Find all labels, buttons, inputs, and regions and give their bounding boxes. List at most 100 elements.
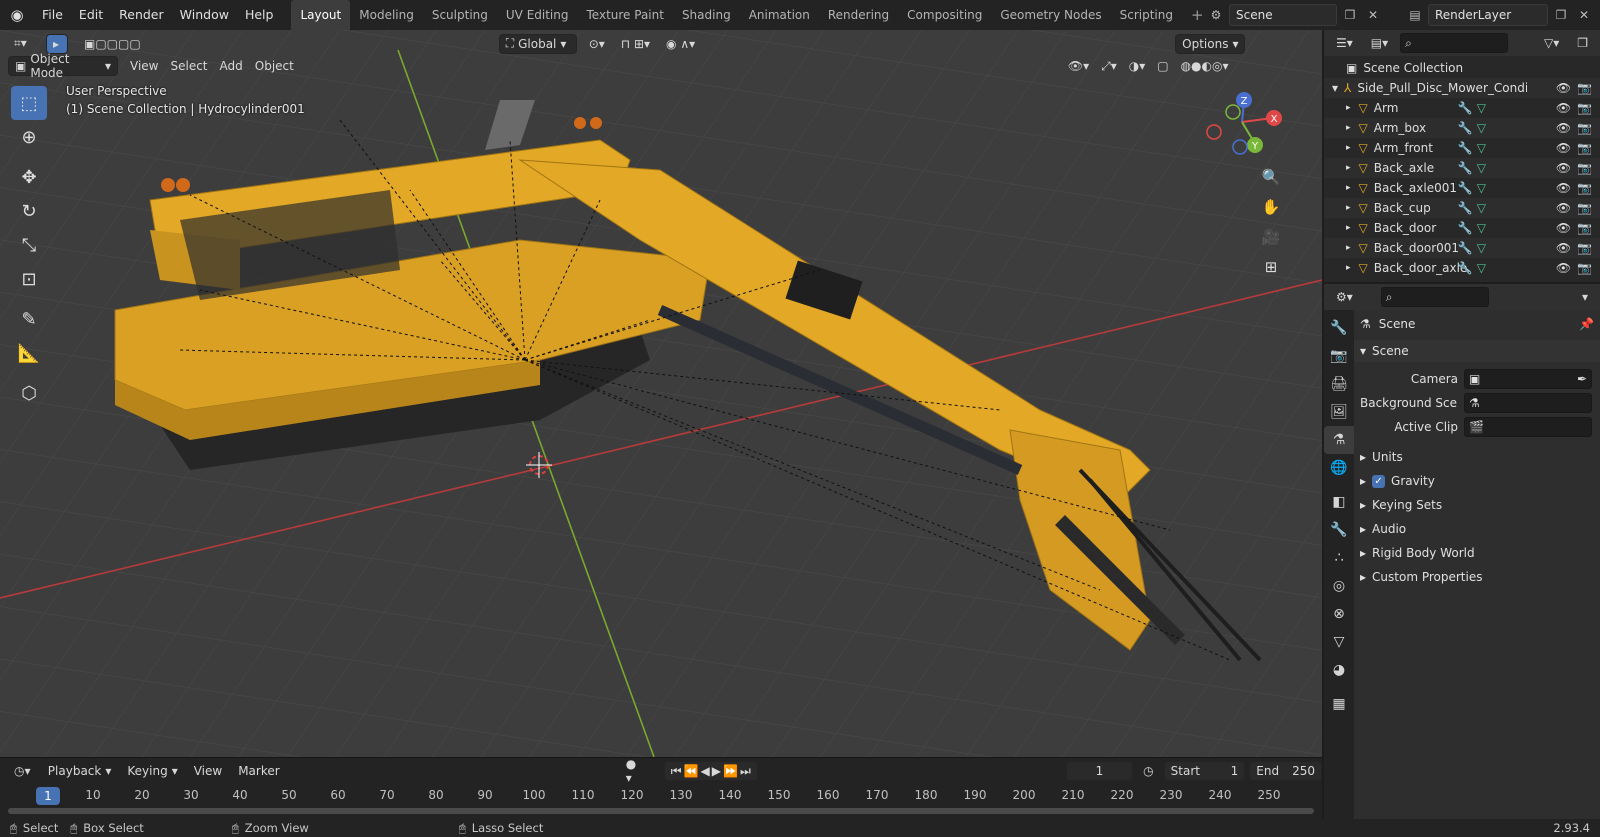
expand-down-icon[interactable]: ▾ (1332, 81, 1338, 95)
expand-right-icon[interactable]: ▸ (1346, 183, 1351, 193)
view-layer-tab-icon[interactable]: 🖼 (1324, 398, 1354, 426)
scene-tab-icon[interactable]: ⚗ (1324, 426, 1354, 454)
outliner-object-row[interactable]: ▸ ▽ Back_axle001 🔧 ▽ 👁 📷 (1324, 178, 1600, 198)
outliner-object-row[interactable]: ▸ ▽ Back_door001 🔧 ▽ 👁 📷 (1324, 238, 1600, 258)
modifier-wrench-icon[interactable]: 🔧 (1458, 141, 1473, 155)
start-frame-field[interactable]: Start 1 (1163, 761, 1246, 781)
tab-animation[interactable]: Animation (740, 0, 819, 30)
xray-icon[interactable]: ▢ (1151, 56, 1174, 76)
custom-properties-panel-header[interactable]: ▸ Custom Properties (1360, 566, 1594, 588)
material-tab-icon[interactable]: ◕ (1324, 656, 1354, 684)
preview-range-icon[interactable]: ◷ (1137, 761, 1159, 781)
outliner-object-row[interactable]: ▸ ▽ Back_axle 🔧 ▽ 👁 📷 (1324, 158, 1600, 178)
outliner-object-row[interactable]: ▸ ▽ Arm 🔧 ▽ 👁 📷 (1324, 98, 1600, 118)
new-collection-icon[interactable]: ❐ (1571, 33, 1594, 53)
timeline-view-menu[interactable]: View (188, 761, 228, 781)
audio-panel-header[interactable]: ▸ Audio (1360, 518, 1594, 540)
visibility-eye-icon[interactable]: 👁 (1556, 121, 1571, 135)
expand-right-icon[interactable]: ▸ (1346, 243, 1351, 253)
scale-tool-icon[interactable]: ⤡ (11, 228, 47, 262)
outliner-object-row[interactable]: ▸ ▽ Back_door 🔧 ▽ 👁 📷 (1324, 218, 1600, 238)
modifier-wrench-icon[interactable]: 🔧 (1458, 201, 1473, 215)
record-keyframe-icon[interactable]: ● ▾ (620, 757, 650, 785)
outliner-search-input[interactable]: ⌕ (1400, 33, 1509, 53)
render-camera-icon[interactable]: 📷 (1577, 161, 1592, 175)
view-layer-icon[interactable]: ▤ (1405, 5, 1425, 25)
move-tool-icon[interactable]: ✥ (11, 160, 47, 194)
menu-window[interactable]: Window (172, 0, 237, 30)
visibility-eye-icon[interactable]: 👁 (1556, 201, 1571, 215)
output-tab-icon[interactable]: 🖨 (1324, 370, 1354, 398)
outliner-editor-type-icon[interactable]: ☰▾ (1330, 33, 1359, 53)
select-mode-icon[interactable]: ▸ (46, 33, 68, 54)
menu-view[interactable]: View (124, 56, 164, 76)
visibility-eye-icon[interactable]: 👁 (1556, 141, 1571, 155)
menu-object[interactable]: Object (249, 56, 300, 76)
gizmo-toggle-icon[interactable]: ⤢▾ (1095, 56, 1123, 76)
mesh-data-icon[interactable]: ▽ (1477, 101, 1486, 115)
modifier-wrench-icon[interactable]: 🔧 (1458, 241, 1473, 255)
add-cube-tool-icon[interactable]: ⬡ (11, 376, 47, 410)
modifier-wrench-icon[interactable]: 🔧 (1458, 161, 1473, 175)
texture-tab-icon[interactable]: ▦ (1324, 690, 1354, 718)
outliner-root-row[interactable]: ▣ Scene Collection (1324, 58, 1600, 78)
perspective-grid-icon[interactable]: ⊞ (1258, 254, 1284, 280)
visibility-eye-icon[interactable]: 👁 (1556, 161, 1571, 175)
snap-icon[interactable]: ⊓ ⊞▾ (615, 34, 656, 54)
visibility-icon[interactable]: 👁▾ (1062, 56, 1095, 76)
overlay-toggle-icon[interactable]: ◑▾ (1123, 56, 1152, 76)
tab-texture-paint[interactable]: Texture Paint (578, 0, 673, 30)
tab-layout[interactable]: Layout (291, 0, 351, 30)
3d-viewport[interactable]: Z X Y (0, 30, 1322, 757)
render-camera-icon[interactable]: 📷 (1577, 241, 1592, 255)
mesh-data-icon[interactable]: ▽ (1477, 161, 1486, 175)
delete-view-layer-icon[interactable]: ✕ (1574, 5, 1594, 25)
expand-right-icon[interactable]: ▸ (1346, 163, 1351, 173)
tab-modeling[interactable]: Modeling (350, 0, 423, 30)
filter-icon[interactable]: ▽▾ (1538, 33, 1565, 53)
delete-scene-icon[interactable]: ✕ (1363, 5, 1383, 25)
tab-shading[interactable]: Shading (673, 0, 740, 30)
object-mode-dropdown[interactable]: ▣ Object Mode ▾ (8, 52, 118, 80)
menu-help[interactable]: Help (237, 0, 282, 30)
expand-right-icon[interactable]: ▸ (1346, 103, 1351, 113)
transform-tool-icon[interactable]: ⊡ (11, 262, 47, 296)
tab-sculpting[interactable]: Sculpting (423, 0, 497, 30)
modifier-wrench-icon[interactable]: 🔧 (1458, 261, 1473, 275)
expand-right-icon[interactable]: ▸ (1346, 223, 1351, 233)
menu-add[interactable]: Add (214, 56, 249, 76)
mesh-data-icon[interactable]: ▽ (1477, 201, 1486, 215)
background-scene-field[interactable]: ⚗ (1464, 393, 1592, 413)
gravity-checkbox[interactable]: ✓ (1372, 474, 1386, 488)
modifier-wrench-icon[interactable]: 🔧 (1458, 121, 1473, 135)
render-camera-icon[interactable]: 📷 (1577, 181, 1592, 195)
pin-icon[interactable]: 📌 (1579, 317, 1594, 331)
view-layer-field[interactable]: RenderLayer (1428, 4, 1548, 26)
keying-sets-panel-header[interactable]: ▸ Keying Sets (1360, 494, 1594, 516)
editor-type-icon[interactable]: ⌗▾ (8, 34, 40, 54)
tab-scripting[interactable]: Scripting (1111, 0, 1182, 30)
display-mode-icon[interactable]: ▤▾ (1365, 33, 1394, 53)
tool-tab-icon[interactable]: 🔧 (1324, 314, 1354, 342)
render-camera-icon[interactable]: 📷 (1577, 101, 1592, 115)
current-frame-indicator[interactable]: 1 (36, 787, 60, 805)
mesh-data-icon[interactable]: ▽ (1477, 181, 1486, 195)
visibility-eye-icon[interactable]: 👁 (1556, 101, 1571, 115)
options-dropdown[interactable]: Options ▾ (1175, 33, 1246, 54)
new-view-layer-icon[interactable]: ❐ (1551, 5, 1571, 25)
properties-search-input[interactable]: ⌕ (1380, 287, 1489, 307)
tab-rendering[interactable]: Rendering (819, 0, 898, 30)
visibility-eye-icon[interactable]: 👁 (1556, 241, 1571, 255)
select-box-tool-icon[interactable]: ⬚ (11, 86, 47, 120)
tab-geometry-nodes[interactable]: Geometry Nodes (991, 0, 1110, 30)
mesh-data-icon[interactable]: ▽ (1477, 121, 1486, 135)
shading-modes-icon[interactable]: ◍●◐◎▾ (1175, 56, 1235, 76)
units-panel-header[interactable]: ▸ Units (1360, 446, 1594, 468)
mesh-data-icon[interactable]: ▽ (1477, 221, 1486, 235)
outliner-object-row[interactable]: ▸ ▽ Arm_box 🔧 ▽ 👁 📷 (1324, 118, 1600, 138)
marker-menu[interactable]: Marker (232, 761, 285, 781)
expand-right-icon[interactable]: ▸ (1346, 203, 1351, 213)
world-tab-icon[interactable]: 🌐 (1324, 454, 1354, 482)
constraints-tab-icon[interactable]: ⊗ (1324, 600, 1354, 628)
mesh-data-icon[interactable]: ▽ (1477, 141, 1486, 155)
